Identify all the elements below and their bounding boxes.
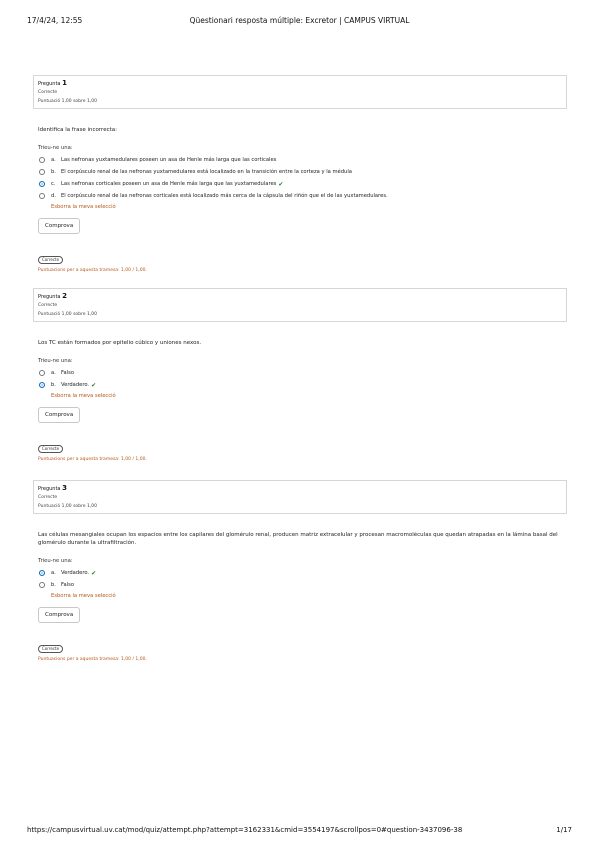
feedback: Correcte Puntuacions per a aquesta trame… — [38, 435, 567, 462]
option-text: Verdadero. — [61, 382, 90, 388]
mark-note: Puntuacions per a aquesta tramesa: 1,00 … — [38, 457, 147, 462]
question-content: Las células mesangiales ocupan los espac… — [33, 531, 567, 662]
question-text: Identifica la frase incorrecta: — [38, 127, 117, 133]
question-state: Correcte — [38, 303, 58, 308]
radio-button-selected[interactable] — [39, 181, 45, 187]
option-text: Las nefronas corticales poseen un asa de… — [61, 181, 277, 187]
print-url: https://campusvirtual.uv.cat/mod/quiz/at… — [27, 826, 463, 834]
status-badge: Correcte — [38, 445, 64, 453]
question-grade: Puntuació 1,00 sobre 1,00 — [38, 504, 97, 509]
question-label: Pregunta — [38, 486, 61, 492]
question-content: Los TC están formados por epitelio cúbic… — [33, 339, 567, 462]
radio-button[interactable] — [39, 370, 45, 376]
answer-option-a[interactable]: a. Las nefronas yuxtamedulares poseen un… — [38, 154, 567, 166]
answer-prompt: Trieu-ne una: — [38, 358, 73, 364]
question-text: Las células mesangiales ocupan los espac… — [38, 532, 558, 546]
correct-check-icon: ✔ — [278, 180, 284, 188]
question-number: 1 — [62, 79, 67, 87]
feedback: Correcte Puntuacions per a aquesta trame… — [38, 635, 567, 662]
question-number: 3 — [62, 484, 67, 492]
correct-check-icon: ✔ — [91, 381, 97, 389]
option-letter: d. — [51, 193, 56, 199]
answer-option-b[interactable]: b. Falso — [38, 579, 567, 591]
check-button[interactable]: Comprova — [38, 607, 81, 623]
page-number: 1/17 — [556, 826, 572, 834]
question-number: 2 — [62, 292, 67, 300]
question-info: Pregunta 2 Correcte Puntuació 1,00 sobre… — [33, 288, 567, 322]
answer-list: a. Las nefronas yuxtamedulares poseen un… — [38, 154, 567, 202]
status-badge: Correcte — [38, 645, 64, 653]
radio-button[interactable] — [39, 157, 45, 163]
question-2: Pregunta 2 Correcte Puntuació 1,00 sobre… — [33, 288, 567, 462]
question-state: Correcte — [38, 90, 58, 95]
radio-button[interactable] — [39, 582, 45, 588]
correct-check-icon: ✔ — [91, 569, 97, 577]
print-header: 17/4/24, 12:55 Qüestionari resposta múlt… — [0, 16, 599, 28]
answer-option-c[interactable]: c. Las nefronas corticales poseen un asa… — [38, 178, 567, 190]
option-letter: a. — [51, 570, 56, 576]
answer-list: a. Falso b. Verdadero. ✔ — [38, 367, 567, 391]
option-letter: b. — [51, 582, 56, 588]
radio-button-selected[interactable] — [39, 570, 45, 576]
question-grade: Puntuació 1,00 sobre 1,00 — [38, 99, 97, 104]
option-letter: a. — [51, 157, 56, 163]
answer-prompt: Trieu-ne una: — [38, 145, 73, 151]
answer-option-a[interactable]: a. Falso — [38, 367, 567, 379]
option-letter: c. — [51, 181, 56, 187]
question-3: Pregunta 3 Correcte Puntuació 1,00 sobre… — [33, 480, 567, 662]
print-page-title: Qüestionari resposta múltiple: Excretor … — [189, 16, 410, 25]
option-text: El corpúsculo renal de las nefronas cort… — [61, 193, 388, 199]
answer-option-b[interactable]: b. Verdadero. ✔ — [38, 379, 567, 391]
answer-list: a. Verdadero. ✔ b. Falso — [38, 567, 567, 591]
answer-option-d[interactable]: d. El corpúsculo renal de las nefronas c… — [38, 190, 567, 202]
question-label: Pregunta — [38, 294, 61, 300]
option-letter: a. — [51, 370, 56, 376]
check-button[interactable]: Comprova — [38, 407, 81, 423]
radio-button-selected[interactable] — [39, 382, 45, 388]
radio-button[interactable] — [39, 193, 45, 199]
mark-note: Puntuacions per a aquesta tramesa: 1,00 … — [38, 268, 147, 273]
clear-selection-link[interactable]: Esborra la meva selecció — [51, 391, 567, 401]
option-text: El corpúsculo renal de las nefronas yuxt… — [61, 169, 352, 175]
question-info: Pregunta 1 Correcte Puntuació 1,00 sobre… — [33, 75, 567, 109]
status-badge: Correcte — [38, 256, 64, 264]
question-1: Pregunta 1 Correcte Puntuació 1,00 sobre… — [33, 75, 567, 273]
check-button[interactable]: Comprova — [38, 218, 81, 234]
answer-option-b[interactable]: b. El corpúsculo renal de las nefronas y… — [38, 166, 567, 178]
answer-prompt: Trieu-ne una: — [38, 558, 73, 564]
question-text: Los TC están formados por epitelio cúbic… — [38, 340, 202, 346]
option-text: Falso — [61, 370, 75, 376]
option-text: Falso — [61, 582, 75, 588]
question-label: Pregunta — [38, 81, 61, 87]
feedback: Correcte Puntuacions per a aquesta trame… — [38, 246, 567, 273]
answer-option-a[interactable]: a. Verdadero. ✔ — [38, 567, 567, 579]
radio-button[interactable] — [39, 169, 45, 175]
mark-note: Puntuacions per a aquesta tramesa: 1,00 … — [38, 657, 147, 662]
option-letter: b. — [51, 382, 56, 388]
clear-selection-link[interactable]: Esborra la meva selecció — [51, 202, 567, 212]
print-footer: https://campusvirtual.uv.cat/mod/quiz/at… — [0, 826, 599, 838]
clear-selection-link[interactable]: Esborra la meva selecció — [51, 591, 567, 601]
question-content: Identifica la frase incorrecta: Trieu-ne… — [33, 126, 567, 273]
question-info: Pregunta 3 Correcte Puntuació 1,00 sobre… — [33, 480, 567, 514]
question-state: Correcte — [38, 495, 58, 500]
option-text: Verdadero. — [61, 570, 90, 576]
option-letter: b. — [51, 169, 56, 175]
option-text: Las nefronas yuxtamedulares poseen un as… — [61, 157, 277, 163]
question-grade: Puntuació 1,00 sobre 1,00 — [38, 312, 97, 317]
